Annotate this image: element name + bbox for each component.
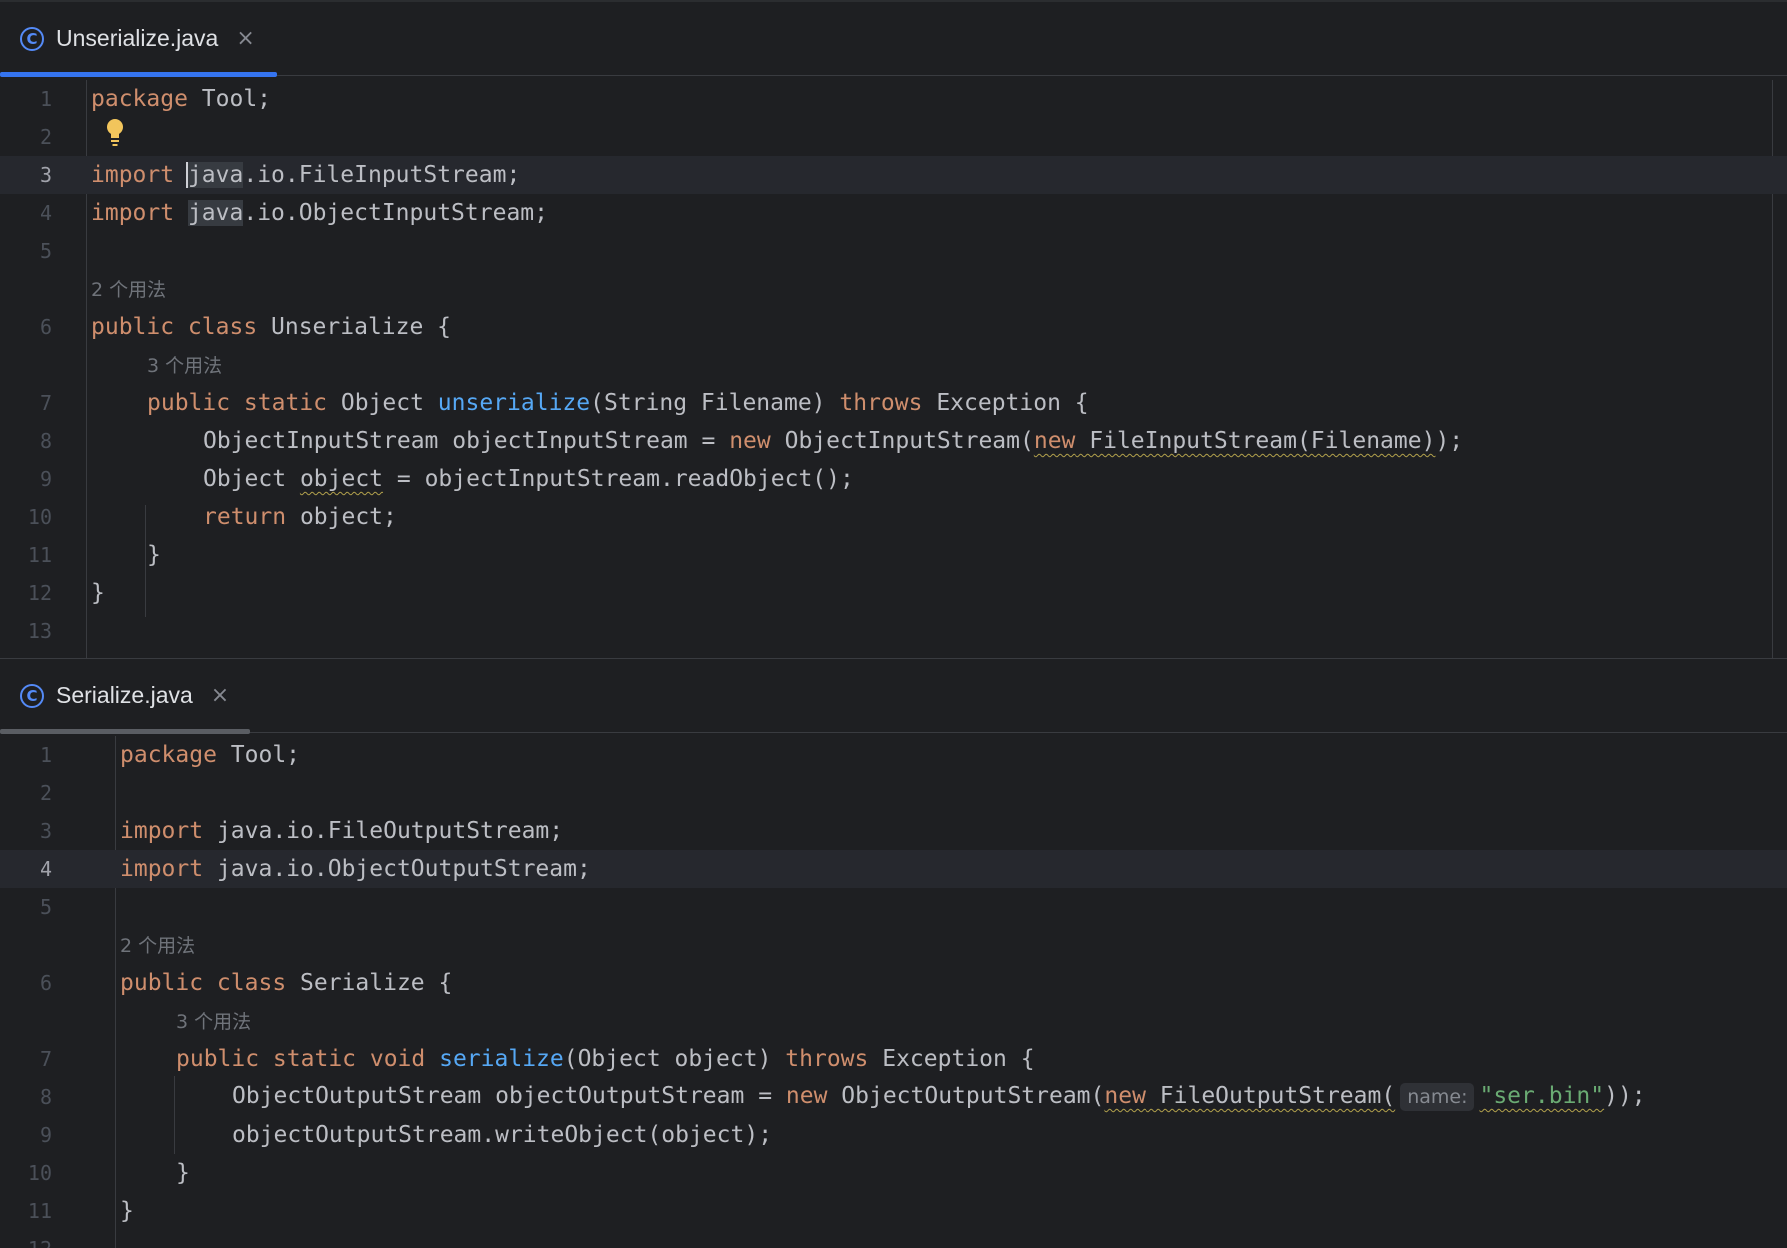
code-line[interactable]: 9 Object object = objectInputStream.read… bbox=[0, 460, 1787, 498]
line-number: 9 bbox=[39, 1123, 52, 1147]
code-text: public static void serialize(Object obje… bbox=[176, 1046, 1035, 1072]
code-text: ObjectOutputStream objectOutputStream = … bbox=[232, 1083, 1646, 1111]
tab-label: Serialize.java bbox=[56, 682, 193, 708]
code-text: import java.io.FileOutputStream; bbox=[120, 818, 564, 844]
code-line-current[interactable]: 3 import java.io.FileInputStream; bbox=[0, 156, 1787, 194]
code-text: package Tool; bbox=[91, 86, 272, 112]
code-editor-unserialize[interactable]: 1 package Tool; 2 3 import java.io.FileI… bbox=[0, 80, 1787, 658]
close-icon[interactable]: × bbox=[211, 683, 229, 708]
code-line[interactable]: 3 import java.io.FileOutputStream; bbox=[0, 812, 1787, 850]
line-number: 5 bbox=[39, 895, 52, 919]
code-line[interactable]: 11 } bbox=[0, 1192, 1787, 1230]
code-text: import java.io.ObjectInputStream; bbox=[91, 200, 548, 226]
line-number: 10 bbox=[27, 505, 52, 529]
code-text: } bbox=[147, 542, 161, 568]
code-line[interactable]: 2 bbox=[0, 774, 1787, 812]
code-line[interactable]: 8 ObjectInputStream objectInputStream = … bbox=[0, 422, 1787, 460]
code-line-current[interactable]: 4 import java.io.ObjectOutputStream; bbox=[0, 850, 1787, 888]
code-line[interactable]: 9 objectOutputStream.writeObject(object)… bbox=[0, 1116, 1787, 1154]
line-number: 8 bbox=[39, 1085, 52, 1109]
java-class-icon: C bbox=[20, 26, 44, 51]
code-line[interactable]: 7 public static Object unserialize(Strin… bbox=[0, 384, 1787, 422]
tab-label: Unserialize.java bbox=[56, 25, 219, 51]
line-number: 9 bbox=[39, 467, 52, 491]
code-line[interactable]: 6 public class Unserialize { bbox=[0, 308, 1787, 346]
code-line[interactable]: 1 package Tool; bbox=[0, 736, 1787, 774]
editor-tab-bar: C Unserialize.java × bbox=[0, 2, 1787, 77]
usages-hint[interactable]: 3 个用法 bbox=[176, 1007, 251, 1034]
code-text: public static Object unserialize(String … bbox=[147, 390, 1089, 416]
line-number: 12 bbox=[0, 1237, 52, 1248]
line-number: 1 bbox=[39, 87, 52, 111]
java-class-icon: C bbox=[20, 683, 44, 708]
line-number: 8 bbox=[39, 429, 52, 453]
code-line[interactable]: 8 ObjectOutputStream objectOutputStream … bbox=[0, 1078, 1787, 1116]
code-line[interactable]: 10 return object; bbox=[0, 498, 1787, 536]
code-line[interactable]: 12 bbox=[0, 1230, 1787, 1248]
code-text: ObjectInputStream objectInputStream = ne… bbox=[203, 428, 1464, 454]
code-editor-serialize[interactable]: 1 package Tool; 2 3 import java.io.FileO… bbox=[0, 736, 1787, 1248]
code-text: public class Serialize { bbox=[120, 970, 453, 996]
code-text: } bbox=[91, 580, 105, 606]
code-line[interactable]: 2 bbox=[0, 118, 1787, 156]
line-number: 4 bbox=[39, 857, 52, 881]
line-number: 3 bbox=[39, 819, 52, 843]
line-number: 13 bbox=[27, 619, 52, 643]
tab-serialize-java[interactable]: C Serialize.java × bbox=[0, 659, 250, 734]
usages-hint[interactable]: 3 个用法 bbox=[147, 351, 222, 378]
tab-indicator bbox=[0, 729, 250, 734]
code-text: return object; bbox=[203, 504, 397, 530]
code-line[interactable]: 7 public static void serialize(Object ob… bbox=[0, 1040, 1787, 1078]
line-number: 3 bbox=[39, 163, 52, 187]
line-number: 10 bbox=[27, 1161, 52, 1185]
code-text: public class Unserialize { bbox=[91, 314, 452, 340]
code-text: objectOutputStream.writeObject(object); bbox=[232, 1122, 773, 1148]
line-number: 7 bbox=[39, 1047, 52, 1071]
line-number: 2 bbox=[39, 125, 52, 149]
line-number: 12 bbox=[27, 581, 52, 605]
usages-hint[interactable]: 2 个用法 bbox=[120, 931, 195, 958]
code-line[interactable]: 5 bbox=[0, 888, 1787, 926]
code-line[interactable]: 10 } bbox=[0, 1154, 1787, 1192]
editor-pane-serialize: C Serialize.java × 1 package Tool; 2 3 i… bbox=[0, 658, 1787, 1248]
code-line[interactable]: 4 import java.io.ObjectInputStream; bbox=[0, 194, 1787, 232]
code-text: } bbox=[120, 1198, 134, 1224]
code-text: import java.io.FileInputStream; bbox=[91, 162, 521, 188]
line-number: 11 bbox=[27, 1199, 52, 1223]
line-number: 4 bbox=[39, 201, 52, 225]
usages-hint[interactable]: 2 个用法 bbox=[91, 275, 166, 302]
code-line[interactable]: 13 bbox=[0, 612, 1787, 650]
line-number: 5 bbox=[39, 239, 52, 263]
line-number: 1 bbox=[39, 743, 52, 767]
code-text: } bbox=[176, 1160, 190, 1186]
code-text: package Tool; bbox=[120, 742, 301, 768]
code-line[interactable]: 1 package Tool; bbox=[0, 80, 1787, 118]
line-number: 6 bbox=[39, 315, 52, 339]
line-number: 6 bbox=[39, 971, 52, 995]
line-number: 2 bbox=[39, 781, 52, 805]
code-text: import java.io.ObjectOutputStream; bbox=[120, 856, 591, 882]
code-line[interactable]: 12 } bbox=[0, 574, 1787, 612]
editor-tab-bar: C Serialize.java × bbox=[0, 659, 1787, 734]
code-line[interactable]: 5 bbox=[0, 232, 1787, 270]
code-text: Object object = objectInputStream.readOb… bbox=[203, 466, 854, 492]
parameter-name-hint: name: bbox=[1400, 1083, 1475, 1111]
line-number: 11 bbox=[27, 543, 52, 567]
editor-pane-unserialize: C Unserialize.java × 1 package Tool; 2 3… bbox=[0, 0, 1787, 658]
active-tab-indicator bbox=[0, 72, 277, 77]
close-icon[interactable]: × bbox=[236, 26, 254, 51]
code-line[interactable]: 6 public class Serialize { bbox=[0, 964, 1787, 1002]
code-line[interactable]: 11 } bbox=[0, 536, 1787, 574]
tab-unserialize-java[interactable]: C Unserialize.java × bbox=[0, 2, 277, 77]
line-number: 7 bbox=[39, 391, 52, 415]
